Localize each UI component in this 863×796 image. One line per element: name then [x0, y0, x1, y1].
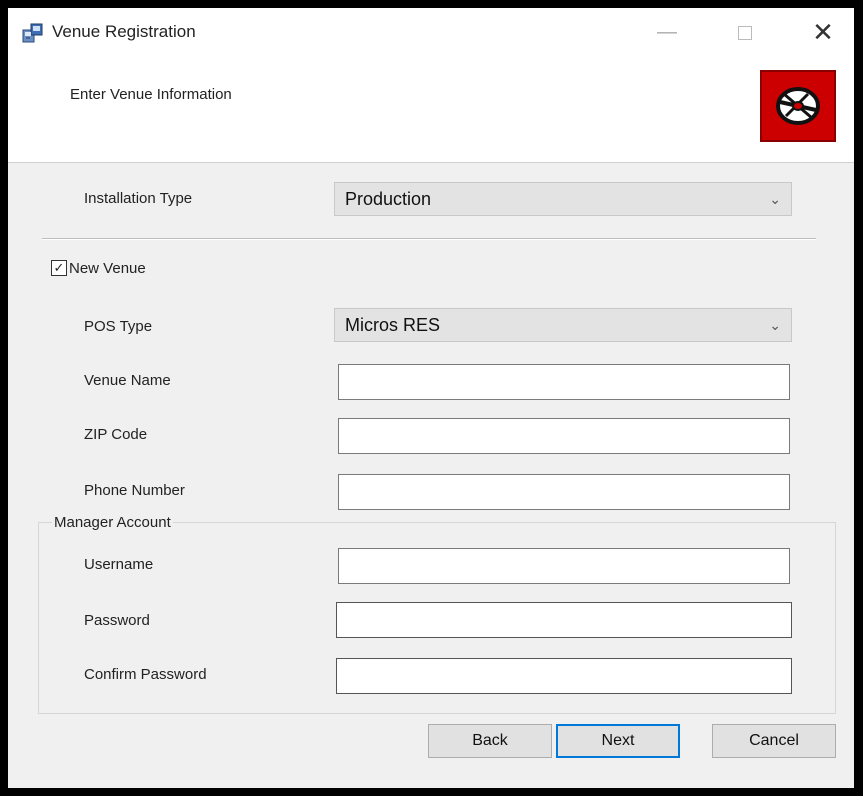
new-venue-checkbox[interactable]: ✓ [51, 260, 67, 276]
minimize-icon: — [657, 21, 677, 43]
title-bar: Venue Registration — ✕ [8, 8, 854, 56]
installation-type-label: Installation Type [84, 190, 193, 207]
chevron-down-icon: ⌄ [769, 191, 781, 207]
venue-name-input[interactable] [338, 364, 790, 400]
app-icon [22, 23, 43, 43]
header-subtitle: Enter Venue Information [70, 86, 232, 103]
manager-account-title: Manager Account [52, 514, 173, 531]
zip-code-label: ZIP Code [84, 426, 148, 443]
pos-type-select[interactable]: Micros RES ⌄ [334, 308, 792, 342]
checkmark-icon: ✓ [53, 260, 65, 275]
close-button[interactable]: ✕ [800, 14, 846, 50]
confirm-password-label: Confirm Password [84, 666, 207, 683]
zip-code-input[interactable] [338, 418, 790, 454]
password-label: Password [84, 612, 150, 629]
disc-icon [776, 87, 820, 125]
username-input[interactable] [338, 548, 790, 584]
username-label: Username [84, 556, 154, 573]
separator [42, 238, 816, 240]
password-input[interactable] [336, 602, 792, 638]
new-venue-label[interactable]: New Venue [69, 260, 146, 277]
pos-type-label: POS Type [84, 318, 153, 335]
close-icon: ✕ [812, 17, 834, 47]
next-button[interactable]: Next [556, 724, 680, 758]
confirm-password-input[interactable] [336, 658, 792, 694]
maximize-button[interactable] [722, 14, 768, 50]
chevron-down-icon: ⌄ [769, 317, 781, 333]
maximize-icon [738, 25, 752, 40]
venue-name-label: Venue Name [84, 372, 171, 389]
phone-number-label: Phone Number [84, 482, 185, 499]
wizard-header: Enter Venue Information [8, 56, 854, 163]
cancel-button[interactable]: Cancel [712, 724, 836, 758]
venue-registration-window: Venue Registration — ✕ Enter Venue Infor… [8, 8, 854, 788]
installation-type-value: Production [345, 189, 432, 209]
installation-type-select[interactable]: Production ⌄ [334, 182, 792, 216]
minimize-button[interactable]: — [644, 14, 690, 50]
logo [760, 70, 836, 142]
pos-type-value: Micros RES [345, 315, 441, 335]
back-button[interactable]: Back [428, 724, 552, 758]
phone-number-input[interactable] [338, 474, 790, 510]
window-title: Venue Registration [52, 22, 196, 41]
